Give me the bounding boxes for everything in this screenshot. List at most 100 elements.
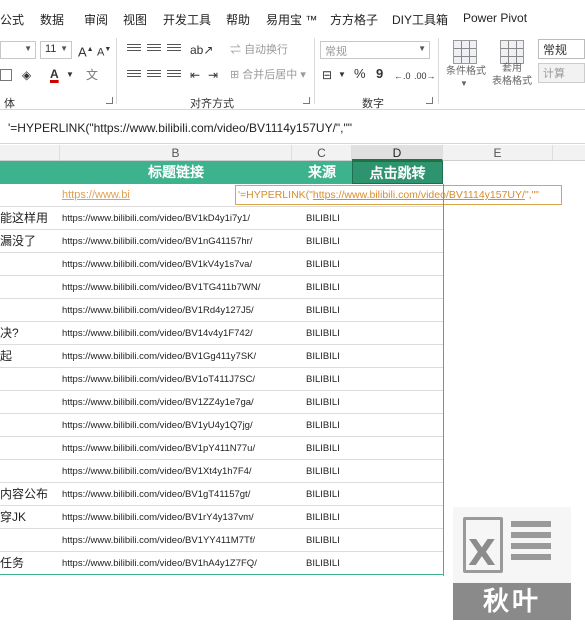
fill-color-icon[interactable]: ◈ — [22, 67, 31, 83]
number-dialog-launcher-icon[interactable] — [426, 97, 433, 104]
cell-source[interactable]: BILIBILI — [306, 414, 352, 437]
cell-title[interactable] — [0, 529, 58, 552]
borders-icon[interactable] — [0, 69, 12, 81]
cell-url[interactable]: https://www.bilibili.com/video/BV1ZZ4y1e… — [62, 391, 292, 414]
format-as-table-icon[interactable] — [500, 40, 524, 64]
tab-view[interactable]: 视图 — [123, 11, 147, 28]
cell-source[interactable]: BILIBILI — [306, 483, 352, 506]
decrease-decimal-icon[interactable]: .00→ — [414, 68, 436, 84]
cell-style-calculation[interactable]: 计算 — [538, 63, 585, 83]
cell-url[interactable]: https://www.bilibili.com/video/BV1hA4y1Z… — [62, 552, 292, 575]
chevron-down-icon[interactable]: ▼ — [66, 67, 74, 83]
cell-title[interactable] — [0, 253, 58, 276]
tab-data[interactable]: 数据 — [40, 11, 64, 28]
header-click-jump[interactable]: 点击跳转 — [352, 161, 443, 184]
alignment-dialog-launcher-icon[interactable] — [303, 97, 310, 104]
cell-url[interactable]: https://www.bilibili.com/video/BV1rY4y13… — [62, 506, 292, 529]
header-source[interactable]: 来源 — [292, 161, 352, 184]
number-format-combo[interactable]: 常规 ▼ — [320, 41, 430, 59]
cell-title[interactable]: 能这样用 — [0, 207, 58, 230]
cell-title[interactable] — [0, 460, 58, 483]
cell-url[interactable]: https://www.bilibili.com/video/BV1pY411N… — [62, 437, 292, 460]
chevron-down-icon[interactable]: ▼ — [460, 76, 468, 92]
cell-source[interactable]: BILIBILI — [306, 552, 352, 575]
formula-bar[interactable]: '=HYPERLINK("https://www.bilibili.com/vi… — [0, 110, 585, 144]
column-header-b[interactable]: B — [60, 145, 292, 161]
column-header-a[interactable] — [0, 145, 60, 161]
cell-title[interactable] — [0, 368, 58, 391]
cell-source[interactable]: BILIBILI — [306, 391, 352, 414]
cell-url[interactable]: https://www.bilibili.com/video/BV14v4y1F… — [62, 322, 292, 345]
conditional-format-icon[interactable] — [453, 40, 477, 64]
cell-title[interactable]: 穿JK — [0, 506, 58, 529]
cell-url[interactable]: https://www.bilibili.com/video/BV1YY411M… — [62, 529, 292, 552]
column-header-e[interactable]: E — [443, 145, 553, 161]
cell-url[interactable]: https://www.bilibili.com/video/BV1kD4y1i… — [62, 207, 292, 230]
cell-title[interactable] — [0, 414, 58, 437]
tab-help[interactable]: 帮助 — [226, 11, 250, 28]
tab-easy-tools[interactable]: 易用宝 ™ — [266, 11, 317, 28]
font-name-combo[interactable]: ▼ — [0, 41, 36, 59]
cell-source[interactable]: BILIBILI — [306, 368, 352, 391]
percent-button[interactable]: % — [354, 66, 366, 82]
merge-center-button[interactable]: ⊞ 合并后居中 ▾ — [230, 67, 306, 83]
column-header-c[interactable]: C — [292, 145, 352, 161]
cell-url[interactable]: https://www.bilibili.com/video/BV1nG4115… — [62, 230, 292, 253]
cell-title[interactable]: 决? — [0, 322, 58, 345]
hyperlink-text[interactable]: https://www.bi — [62, 189, 130, 201]
column-header-d[interactable]: D — [352, 145, 443, 161]
format-as-table-button[interactable]: 套用 表格格式 — [490, 62, 534, 88]
cell-title[interactable]: 任务 — [0, 552, 58, 575]
cell-title[interactable]: 内容公布 — [0, 483, 58, 506]
cell-url[interactable]: https://www.bilibili.com/video/BV1kV4y1s… — [62, 253, 292, 276]
increase-decimal-icon[interactable]: ←.0 — [394, 68, 411, 84]
tab-developer[interactable]: 开发工具 — [163, 11, 211, 28]
wrap-text-button[interactable]: ⇌ 自动换行 — [230, 42, 288, 58]
formula-bar-content[interactable]: '=HYPERLINK("https://www.bilibili.com/vi… — [8, 121, 352, 135]
orientation-icon[interactable]: ab↗ — [190, 42, 213, 58]
cell-url[interactable]: https://www.bilibili.com/video/BV1gT4115… — [62, 483, 292, 506]
cell-source[interactable]: BILIBILI — [306, 207, 352, 230]
align-left-icon[interactable] — [127, 70, 141, 82]
cell-source[interactable]: BILIBILI — [306, 437, 352, 460]
chevron-down-icon[interactable]: ▼ — [338, 67, 346, 83]
cell-url[interactable]: https://www.bilibili.com/video/BV1yU4y1Q… — [62, 414, 292, 437]
cell-url[interactable]: https://www.bilibili.com/video/BV1Rd4y12… — [62, 299, 292, 322]
column-header-f[interactable] — [553, 145, 585, 161]
cell-source[interactable]: BILIBILI — [306, 276, 352, 299]
cell-source[interactable]: BILIBILI — [306, 322, 352, 345]
comma-style-button[interactable]: 9 — [376, 66, 383, 82]
cell-source[interactable]: BILIBILI — [306, 460, 352, 483]
cell-url[interactable]: https://www.bilibili.com/video/BV1oT411J… — [62, 368, 292, 391]
cell-editor[interactable]: '=HYPERLINK("https://www.bilibili.com/vi… — [235, 185, 562, 205]
cell-source[interactable]: BILIBILI — [306, 253, 352, 276]
phonetic-icon[interactable]: 文 — [86, 67, 98, 83]
cell-source[interactable]: BILIBILI — [306, 529, 352, 552]
accounting-format-icon[interactable]: ⊟ — [322, 67, 332, 83]
align-center-icon[interactable] — [147, 70, 161, 82]
cell-source[interactable]: BILIBILI — [306, 506, 352, 529]
cell-title[interactable] — [0, 276, 58, 299]
shrink-font-button[interactable]: A▼ — [97, 42, 111, 61]
font-size-combo[interactable]: 11 ▼ — [40, 41, 72, 59]
tab-formulas[interactable]: 公式 — [0, 11, 24, 28]
cell-source[interactable]: BILIBILI — [306, 299, 352, 322]
align-top-icon[interactable] — [127, 44, 141, 56]
cell-title[interactable] — [0, 391, 58, 414]
cell-title[interactable]: 漏没了 — [0, 230, 58, 253]
font-color-button[interactable]: A — [50, 66, 59, 82]
tab-diy-toolbox[interactable]: DIY工具箱 — [392, 11, 448, 28]
cell-source[interactable]: BILIBILI — [306, 345, 352, 368]
align-bottom-icon[interactable] — [167, 44, 181, 56]
font-dialog-launcher-icon[interactable] — [106, 97, 113, 104]
tab-power-pivot[interactable]: Power Pivot — [463, 11, 527, 25]
header-title-link[interactable]: 标题链接 — [60, 161, 292, 184]
tab-review[interactable]: 审阅 — [84, 11, 108, 28]
cell-title[interactable] — [0, 299, 58, 322]
cell-title[interactable]: 起 — [0, 345, 58, 368]
cell-source[interactable]: BILIBILI — [306, 230, 352, 253]
align-right-icon[interactable] — [167, 70, 181, 82]
align-middle-icon[interactable] — [147, 44, 161, 56]
grow-font-button[interactable]: A▲ — [78, 42, 94, 60]
cell-url[interactable]: https://www.bilibili.com/video/BV1TG411b… — [62, 276, 292, 299]
